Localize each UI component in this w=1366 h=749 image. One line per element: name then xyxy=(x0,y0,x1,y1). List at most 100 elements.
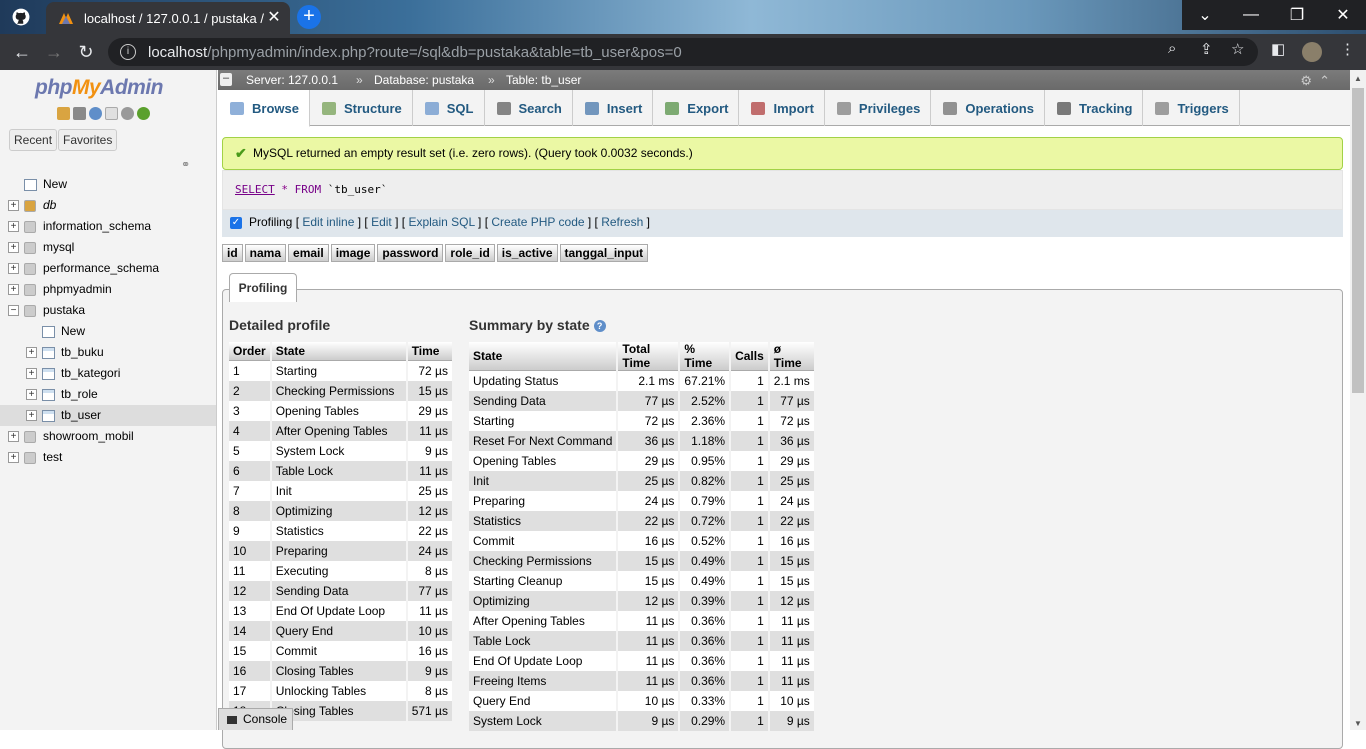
table-header[interactable]: % Time xyxy=(680,342,730,371)
help-icon[interactable]: ? xyxy=(593,320,606,333)
column-header-password[interactable]: password xyxy=(377,244,444,262)
refresh-link[interactable]: Refresh xyxy=(601,215,643,229)
tab-tracking[interactable]: Tracking xyxy=(1045,90,1144,126)
collapse-icon[interactable]: − xyxy=(8,305,19,316)
new-tab-button[interactable]: + xyxy=(297,5,321,29)
page-settings-icon[interactable]: ⚙ xyxy=(1300,71,1312,91)
expand-icon[interactable]: + xyxy=(26,389,37,400)
back-icon[interactable]: ← xyxy=(10,40,34,64)
expand-icon[interactable]: + xyxy=(26,410,37,421)
edit-link[interactable]: Edit xyxy=(371,215,392,229)
reload-icon[interactable]: ↻ xyxy=(74,40,98,64)
tree-item-tb-kategori[interactable]: + tb_kategori xyxy=(0,363,216,384)
tab-browse[interactable]: Browse xyxy=(218,90,310,127)
profiling-checkbox[interactable]: ✓ xyxy=(230,217,242,229)
table-header[interactable]: Time xyxy=(407,342,452,361)
column-header-nama[interactable]: nama xyxy=(244,244,287,262)
scroll-down-icon[interactable]: ▼ xyxy=(1354,719,1362,728)
home-icon[interactable] xyxy=(57,107,70,120)
table-header[interactable]: ø Time xyxy=(769,342,814,371)
help-icon[interactable] xyxy=(89,107,102,120)
close-tab-icon[interactable]: ✕ xyxy=(266,10,282,26)
tab-import[interactable]: Import xyxy=(739,90,825,126)
tree-item-tb-role[interactable]: + tb_role xyxy=(0,384,216,405)
explain-sql-link[interactable]: Explain SQL xyxy=(408,215,474,229)
window-close-icon[interactable]: ✕ xyxy=(1320,0,1366,30)
sql-keyword-select[interactable]: SELECT xyxy=(235,183,275,196)
settings-gear-icon[interactable] xyxy=(121,107,134,120)
tab-triggers[interactable]: Triggers xyxy=(1143,90,1240,126)
expand-icon[interactable]: + xyxy=(8,431,19,442)
tab-sql[interactable]: SQL xyxy=(413,90,485,126)
side-panel-icon[interactable]: ◧ xyxy=(1271,40,1285,58)
tab-search[interactable]: Search xyxy=(485,90,573,126)
phpmyadmin-logo[interactable]: phpMyAdmin xyxy=(35,76,163,100)
tree-item-phpmyadmin[interactable]: + phpmyadmin xyxy=(0,279,216,300)
expand-icon[interactable]: + xyxy=(26,368,37,379)
table-header[interactable]: Order xyxy=(229,342,270,361)
tree-item-performance-schema[interactable]: + performance_schema xyxy=(0,258,216,279)
expand-icon[interactable]: + xyxy=(8,221,19,232)
minimize-icon[interactable]: — xyxy=(1228,0,1274,30)
breadcrumb-database[interactable]: Database: pustaka xyxy=(374,70,474,90)
tab-operations[interactable]: Operations xyxy=(931,90,1045,126)
tab-privileges[interactable]: Privileges xyxy=(825,90,932,126)
tab-structure[interactable]: Structure xyxy=(310,90,413,126)
table-header[interactable]: State xyxy=(469,342,617,371)
console-toggle[interactable]: Console xyxy=(218,708,293,730)
column-header-tanggal-input[interactable]: tanggal_input xyxy=(559,244,649,262)
reload-nav-icon[interactable] xyxy=(137,107,150,120)
forward-icon[interactable]: → xyxy=(42,40,66,64)
zoom-icon[interactable]: ⌕ xyxy=(1168,40,1176,57)
tab-export[interactable]: Export xyxy=(653,90,740,126)
profile-avatar[interactable] xyxy=(1302,42,1322,62)
tree-item-New[interactable]: New xyxy=(0,174,216,195)
browser-menu-icon[interactable]: ⋮ xyxy=(1340,40,1355,58)
expand-icon[interactable]: + xyxy=(8,263,19,274)
scroll-up-icon[interactable]: ▲ xyxy=(1354,74,1362,83)
column-header-role-id[interactable]: role_id xyxy=(445,244,495,262)
tree-item-db[interactable]: + db xyxy=(0,195,216,216)
recent-tab[interactable]: Recent xyxy=(9,129,58,151)
tree-item-tb-buku[interactable]: + tb_buku xyxy=(0,342,216,363)
tree-item-New[interactable]: New xyxy=(0,321,216,342)
restore-icon[interactable]: ❐ xyxy=(1274,0,1320,30)
docs-icon[interactable] xyxy=(105,107,118,120)
table-header[interactable]: Calls xyxy=(731,342,768,371)
column-header-is-active[interactable]: is_active xyxy=(496,244,558,262)
logout-icon[interactable] xyxy=(73,107,86,120)
table-header[interactable]: State xyxy=(271,342,406,361)
profiling-tab[interactable]: Profiling xyxy=(229,273,297,302)
expand-icon[interactable]: + xyxy=(8,200,19,211)
tree-item-pustaka[interactable]: − pustaka xyxy=(0,300,216,321)
link-with-main-icon[interactable]: ⚭ xyxy=(181,158,190,171)
breadcrumb-table[interactable]: Table: tb_user xyxy=(506,70,581,90)
github-icon[interactable] xyxy=(8,5,34,29)
scrollbar-thumb[interactable] xyxy=(1352,88,1364,393)
expand-icon[interactable]: + xyxy=(26,347,37,358)
browser-tab[interactable]: localhost / 127.0.0.1 / pustaka / t ✕ xyxy=(46,2,290,34)
create-php-code-link[interactable]: Create PHP code xyxy=(491,215,584,229)
tree-item-test[interactable]: + test xyxy=(0,447,216,468)
site-info-icon[interactable]: i xyxy=(120,44,136,60)
scroll-top-icon[interactable]: ⌃ xyxy=(1319,71,1330,91)
tree-item-mysql[interactable]: + mysql xyxy=(0,237,216,258)
expand-icon[interactable]: + xyxy=(8,452,19,463)
breadcrumb-server[interactable]: Server: 127.0.0.1 xyxy=(246,70,338,90)
column-header-email[interactable]: email xyxy=(288,244,329,262)
bookmark-star-icon[interactable]: ☆ xyxy=(1231,40,1244,58)
edit-inline-link[interactable]: Edit inline xyxy=(302,215,354,229)
collapse-nav-icon[interactable]: – xyxy=(220,73,232,86)
column-header-id[interactable]: id xyxy=(222,244,243,262)
main-scrollbar[interactable]: ▲ ▼ xyxy=(1350,70,1366,730)
share-icon[interactable]: ⇪ xyxy=(1200,40,1213,58)
tree-item-tb-user[interactable]: + tb_user xyxy=(0,405,216,426)
table-header[interactable]: Total Time xyxy=(618,342,679,371)
address-bar[interactable]: i localhost/phpmyadmin/index.php?route=/… xyxy=(108,38,1258,66)
tab-insert[interactable]: Insert xyxy=(573,90,654,126)
expand-icon[interactable]: + xyxy=(8,242,19,253)
expand-icon[interactable]: + xyxy=(8,284,19,295)
tab-search-icon[interactable]: ⌄ xyxy=(1182,0,1228,30)
column-header-image[interactable]: image xyxy=(330,244,376,262)
tree-item-showroom-mobil[interactable]: + showroom_mobil xyxy=(0,426,216,447)
